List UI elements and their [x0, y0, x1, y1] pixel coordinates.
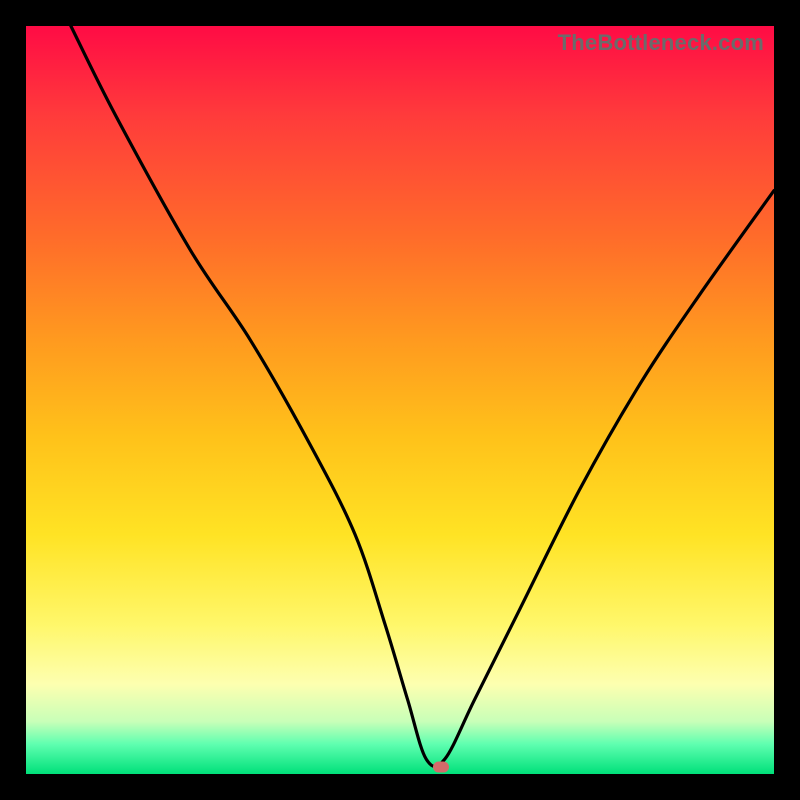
optimal-point-marker [433, 761, 449, 772]
chart-stage: TheBottleneck.com [0, 0, 800, 800]
bottleneck-curve [26, 26, 774, 774]
chart-plot-area: TheBottleneck.com [26, 26, 774, 774]
